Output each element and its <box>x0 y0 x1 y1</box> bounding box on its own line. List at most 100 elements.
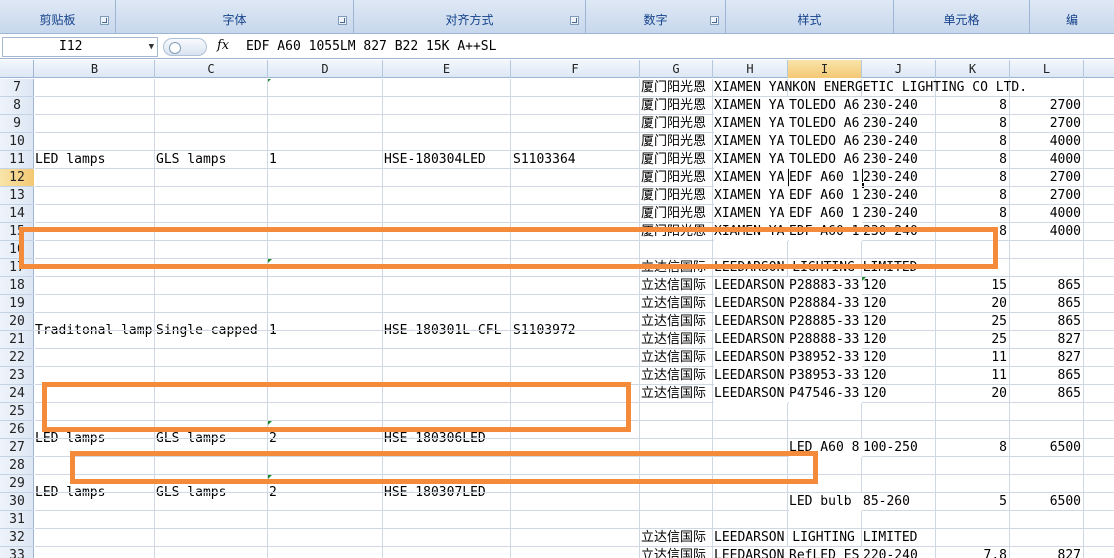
cell-G11[interactable]: 厦门阳光恩 <box>641 151 713 169</box>
cell-G23[interactable]: 立达信国际 <box>641 367 713 385</box>
row-header-32[interactable]: 32 <box>0 529 34 547</box>
error-indicator-icon[interactable] <box>268 79 273 82</box>
cell-J9[interactable]: 230-240 <box>863 115 936 133</box>
cell-I18[interactable]: P28883-33 <box>789 277 862 295</box>
column-header-E[interactable]: E <box>383 60 511 78</box>
dialog-launcher-icon[interactable] <box>100 16 109 25</box>
row-header-13[interactable]: 13 <box>0 187 34 205</box>
column-header-D[interactable]: D <box>268 60 383 78</box>
cell-H20[interactable]: LEEDARSON <box>714 313 788 331</box>
cell-I14[interactable]: EDF A60 1 <box>789 205 862 223</box>
cell-L23[interactable]: 865 <box>1011 367 1081 385</box>
cell-L14[interactable]: 4000 <box>1011 205 1081 223</box>
cell-J20[interactable]: 120 <box>863 313 936 331</box>
cell-G21[interactable]: 立达信国际 <box>641 331 713 349</box>
cell-D29[interactable]: 2 <box>269 484 379 502</box>
formula-bar-splitter[interactable] <box>163 38 207 56</box>
insert-function-icon[interactable]: fx <box>217 38 229 53</box>
cell-grid[interactable]: LED lamps GLS lamps 1 HSE-180304LED S110… <box>35 79 1114 558</box>
cell-L21[interactable]: 827 <box>1011 331 1081 349</box>
row-header-25[interactable]: 25 <box>0 403 34 421</box>
cell-H23[interactable]: LEEDARSON <box>714 367 788 385</box>
cell-L20[interactable]: 865 <box>1011 313 1081 331</box>
cell-I19[interactable]: P28884-33 <box>789 295 862 313</box>
column-header-C[interactable]: C <box>155 60 268 78</box>
cell-J27[interactable]: 100-250 <box>863 439 936 457</box>
cell-L13[interactable]: 2700 <box>1011 187 1081 205</box>
cell-C27[interactable]: GLS lamps <box>156 430 266 448</box>
cell-B11[interactable]: LED lamps <box>35 151 154 169</box>
cell-H13[interactable]: XIAMEN YA <box>714 187 788 205</box>
cell-B20[interactable]: Traditonal lamp <box>35 322 154 340</box>
cell-K11[interactable]: 8 <box>937 151 1007 169</box>
row-header-27[interactable]: 27 <box>0 439 34 457</box>
cell-G12[interactable]: 厦门阳光恩 <box>641 169 713 187</box>
row-header-33[interactable]: 33 <box>0 547 34 558</box>
cell-L27[interactable]: 6500 <box>1011 439 1081 457</box>
select-all-corner[interactable] <box>0 60 34 78</box>
cell-L19[interactable]: 865 <box>1011 295 1081 313</box>
cell-H33[interactable]: LEEDARSON <box>714 547 788 558</box>
cell-E27[interactable]: HSE-180306LED <box>384 430 510 448</box>
cell-J14[interactable]: 230-240 <box>863 205 936 223</box>
cell-B29[interactable]: LED lamps <box>35 484 154 502</box>
cell-D11[interactable]: 1 <box>269 151 379 169</box>
row-header-30[interactable]: 30 <box>0 493 34 511</box>
cell-I8[interactable]: TOLEDO A6 <box>789 97 862 115</box>
cell-L30[interactable]: 6500 <box>1011 493 1081 511</box>
cell-H8[interactable]: XIAMEN YA <box>714 97 788 115</box>
cell-I9[interactable]: TOLEDO A6 <box>789 115 862 133</box>
cell-H21[interactable]: LEEDARSON <box>714 331 788 349</box>
cell-H9[interactable]: XIAMEN YA <box>714 115 788 133</box>
cell-L9[interactable]: 2700 <box>1011 115 1081 133</box>
name-box[interactable]: I12 ▼ <box>2 37 158 57</box>
cell-I11[interactable]: TOLEDO A6 <box>789 151 862 169</box>
cell-H11[interactable]: XIAMEN YA <box>714 151 788 169</box>
cell-J21[interactable]: 120 <box>863 331 936 349</box>
cell-L15[interactable]: 4000 <box>1011 223 1081 241</box>
cell-G20[interactable]: 立达信国际 <box>641 313 713 331</box>
cell-H12[interactable]: XIAMEN YA <box>714 169 788 187</box>
cell-F11[interactable]: S1103364 <box>513 151 639 169</box>
column-header-I[interactable]: I <box>788 60 862 78</box>
cell-I24[interactable]: P47546-33 <box>789 385 862 403</box>
dialog-launcher-icon[interactable] <box>570 16 579 25</box>
cell-F20[interactable]: S1103972 <box>513 322 639 340</box>
cell-G9[interactable]: 厦门阳光恩 <box>641 115 713 133</box>
cell-L11[interactable]: 4000 <box>1011 151 1081 169</box>
cell-E29[interactable]: HSE-180307LED <box>384 484 510 502</box>
cell-J10[interactable]: 230-240 <box>863 133 936 151</box>
cell-H14[interactable]: XIAMEN YA <box>714 205 788 223</box>
row-header-26[interactable]: 26 <box>0 421 34 439</box>
cell-K22[interactable]: 11 <box>937 349 1007 367</box>
cell-L8[interactable]: 2700 <box>1011 97 1081 115</box>
cell-I10[interactable]: TOLEDO A6 <box>789 133 862 151</box>
cell-D20[interactable]: 1 <box>269 322 379 340</box>
cell-K9[interactable]: 8 <box>937 115 1007 133</box>
column-header-G[interactable]: G <box>640 60 713 78</box>
cell-L24[interactable]: 865 <box>1011 385 1081 403</box>
row-header-14[interactable]: 14 <box>0 205 34 223</box>
cell-K30[interactable]: 5 <box>937 493 1007 511</box>
cell-H19[interactable]: LEEDARSON <box>714 295 788 313</box>
row-header-31[interactable]: 31 <box>0 511 34 529</box>
cell-H10[interactable]: XIAMEN YA <box>714 133 788 151</box>
ribbon-group-editing[interactable]: 编 <box>1030 0 1114 34</box>
column-header-B[interactable]: B <box>35 60 155 78</box>
cell-K8[interactable]: 8 <box>937 97 1007 115</box>
cell-L12[interactable]: 2700 <box>1011 169 1081 187</box>
column-header-K[interactable]: K <box>936 60 1010 78</box>
cell-H22[interactable]: LEEDARSON <box>714 349 788 367</box>
row-header-28[interactable]: 28 <box>0 457 34 475</box>
cell-J18[interactable]: 120 <box>863 277 936 295</box>
cell-I23[interactable]: P38953-33 <box>789 367 862 385</box>
row-header-9[interactable]: 9 <box>0 115 34 133</box>
cell-G24[interactable]: 立达信国际 <box>641 385 713 403</box>
ribbon-group-font[interactable]: 字体 <box>116 0 354 34</box>
chevron-down-icon[interactable]: ▼ <box>149 38 154 56</box>
column-header-J[interactable]: J <box>862 60 936 78</box>
column-header-L[interactable]: L <box>1010 60 1084 78</box>
cell-J11[interactable]: 230-240 <box>863 151 936 169</box>
cell-I33[interactable]: RefLED ES <box>789 547 862 558</box>
cell-I13[interactable]: EDF A60 1 <box>789 187 862 205</box>
